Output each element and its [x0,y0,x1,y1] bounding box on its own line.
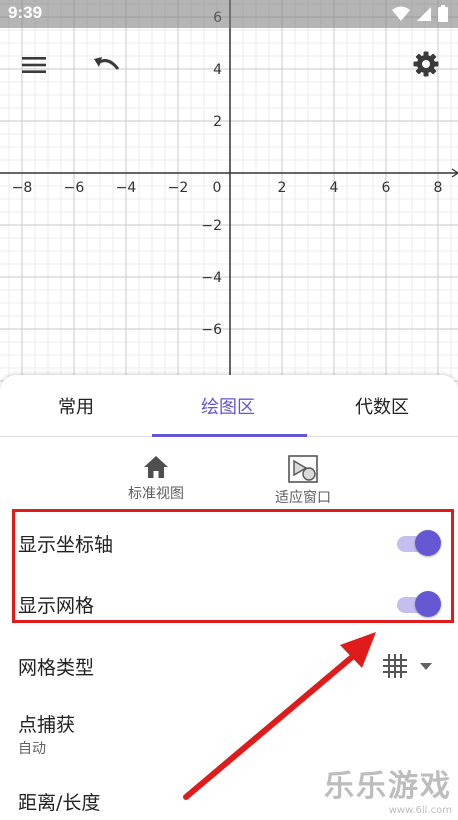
distance-label: 距离/长度 [18,792,101,814]
standard-view-button[interactable]: 标准视图 [101,455,211,507]
tab-bar: 常用 绘图区 代数区 [0,375,458,437]
fit-window-icon [288,455,318,483]
undo-button[interactable] [86,48,126,82]
settings-button[interactable] [406,46,446,82]
point-capture-row[interactable]: 点捕获 自动 [0,708,458,762]
graphics-view[interactable]: −8−6−4−202468642−2−4−6−8 [0,0,458,390]
x-tick-label: 0 [213,180,222,196]
grid-type-label: 网格类型 [18,657,95,679]
y-tick-label: −4 [201,270,222,286]
x-tick-label: −6 [64,180,85,196]
standard-view-label: 标准视图 [128,486,184,502]
x-tick-label: 2 [278,180,287,196]
y-tick-label: 2 [213,114,222,130]
y-tick-label: −6 [201,322,222,338]
cellular-icon [417,6,431,21]
annotation-highlight-box [12,509,454,623]
home-icon [144,456,168,478]
tab-algebra[interactable]: 代数区 [306,375,458,437]
undo-icon [94,57,120,70]
x-tick-label: 6 [382,180,391,196]
x-tick-label: −8 [12,180,33,196]
watermark-text: 乐乐游戏 [324,769,452,804]
point-capture-label: 点捕获 [18,714,76,736]
status-bar: 9:39 [0,0,458,28]
watermark-url: www.6ll.com [388,805,452,816]
active-tab-indicator [152,434,307,437]
fit-window-button[interactable]: 适应窗口 [248,455,358,507]
tab-general[interactable]: 常用 [0,375,152,437]
chevron-down-icon[interactable] [419,662,433,672]
gear-icon [413,51,439,77]
tab-graphics[interactable]: 绘图区 [152,375,304,437]
x-tick-label: −4 [116,180,137,196]
grid-type-row[interactable]: 网格类型 [0,648,458,684]
x-tick-label: 4 [330,180,339,196]
battery-icon [438,5,448,22]
wifi-icon [392,6,410,21]
menu-button[interactable] [14,48,54,82]
watermark: 乐乐游戏 www.6ll.com [324,761,452,816]
fit-window-label: 适应窗口 [275,490,331,506]
menu-icon [22,57,46,73]
y-tick-label: −2 [201,218,222,234]
status-time: 9:39 [8,3,43,22]
x-tick-label: −2 [168,180,189,196]
point-capture-value: 自动 [18,741,46,757]
x-tick-label: 8 [434,180,443,196]
grid-icon [383,654,407,678]
y-tick-label: 4 [213,62,222,78]
